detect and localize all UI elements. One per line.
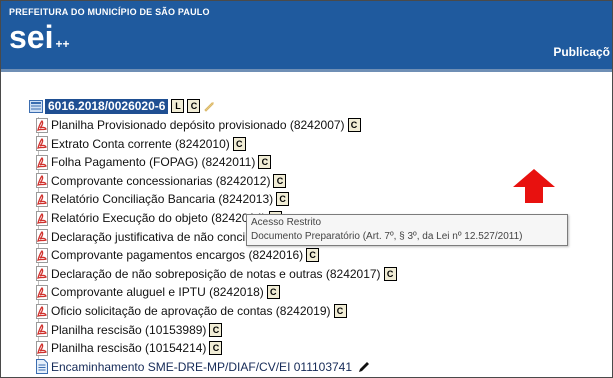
document-row[interactable]: Planilha rescisão (10154214) C <box>35 339 223 357</box>
document-label[interactable]: Relatório Execução do objeto (8242014) <box>51 211 266 225</box>
pdf-icon <box>36 284 48 300</box>
sei-logo[interactable]: sei ++ <box>9 19 70 56</box>
document-row[interactable]: Comprovante concessionarias (8242012) C <box>35 172 287 190</box>
document-icon <box>36 359 48 375</box>
document-label[interactable]: Planilha rescisão (10153989) <box>51 323 206 337</box>
document-label[interactable]: Comprovante concessionarias (8242012) <box>51 174 270 188</box>
process-root-node[interactable]: 6016.2018/0026020-6 L C <box>29 98 215 114</box>
document-row[interactable]: Planilha rescisão (10153989) C <box>35 321 223 339</box>
document-row[interactable]: Planilha Provisionado depósito provision… <box>35 116 361 134</box>
document-row[interactable]: Extrato Conta corrente (8242010) C <box>35 135 246 153</box>
document-c-button[interactable]: C <box>232 136 246 151</box>
pdf-icon <box>36 266 48 282</box>
sei-window: PREFEITURA DO MUNICÍPIO DE SÃO PAULO sei… <box>0 0 613 378</box>
document-c-button[interactable]: C <box>209 322 223 337</box>
document-row[interactable]: Relatório Execução do objeto (8242014)C <box>35 209 282 227</box>
document-label[interactable]: Extrato Conta corrente (8242010) <box>51 137 230 151</box>
document-c-button[interactable]: C <box>276 192 290 207</box>
pdf-icon <box>36 340 48 356</box>
document-label[interactable]: Oficio solicitação de aprovação de conta… <box>51 304 331 318</box>
pdf-icon <box>36 117 48 133</box>
document-label[interactable]: Planilha Provisionado depósito provision… <box>51 118 345 132</box>
process-c-button[interactable]: C <box>187 99 201 113</box>
pencil-icon[interactable] <box>203 100 215 112</box>
pdf-icon <box>36 154 48 170</box>
logo-suffix: ++ <box>55 37 70 51</box>
document-c-button[interactable]: C <box>273 173 287 188</box>
document-row[interactable]: Relatório Conciliação Bancaria (8242013)… <box>35 190 290 208</box>
document-label[interactable]: Encaminhamento SME-DRE-MP/DIAF/CV/EI 011… <box>51 360 352 374</box>
document-row[interactable]: Comprovante aluguel e IPTU (8242018) C <box>35 283 280 301</box>
document-c-button[interactable]: C <box>258 155 272 170</box>
document-label[interactable]: Comprovante pagamentos encargos (8242016… <box>51 248 303 262</box>
pdf-icon <box>36 247 48 263</box>
pdf-icon <box>36 210 48 226</box>
document-c-button[interactable]: C <box>347 118 361 132</box>
document-c-button[interactable]: C <box>383 266 397 281</box>
document-label[interactable]: Folha Pagamento (FOPAG) (8242011) <box>51 155 255 169</box>
menu-publicacoes[interactable]: Publicaçõ <box>553 45 610 59</box>
document-row[interactable]: Encaminhamento SME-DRE-MP/DIAF/CV/EI 011… <box>35 358 370 376</box>
pdf-icon <box>36 229 48 245</box>
document-c-button[interactable]: C <box>266 285 280 300</box>
pdf-icon <box>36 136 48 152</box>
document-row[interactable]: Oficio solicitação de aprovação de conta… <box>35 302 347 320</box>
document-row[interactable]: Folha Pagamento (FOPAG) (8242011) C <box>35 153 272 171</box>
pdf-icon <box>36 322 48 338</box>
document-label[interactable]: Declaração de não sobreposição de notas … <box>51 267 381 281</box>
app-header: PREFEITURA DO MUNICÍPIO DE SÃO PAULO sei… <box>1 1 612 72</box>
red-up-arrow <box>513 169 555 203</box>
tooltip-title: Acesso Restrito <box>251 217 322 228</box>
pdf-icon <box>36 191 48 207</box>
pdf-icon <box>36 303 48 319</box>
pdf-icon <box>36 173 48 189</box>
folder-icon <box>29 99 43 113</box>
pencil-icon[interactable] <box>358 361 370 373</box>
document-row[interactable]: Comprovante pagamentos encargos (8242016… <box>35 246 320 264</box>
process-number[interactable]: 6016.2018/0026020-6 <box>45 98 169 114</box>
document-c-button[interactable]: C <box>306 248 320 263</box>
restricted-access-tooltip: Acesso Restrito Documento Preparatório (… <box>246 214 568 246</box>
org-name: PREFEITURA DO MUNICÍPIO DE SÃO PAULO <box>9 7 210 17</box>
process-l-button[interactable]: L <box>171 99 185 113</box>
document-label[interactable]: Planilha rescisão (10154214) <box>51 341 206 355</box>
document-label[interactable]: Comprovante aluguel e IPTU (8242018) <box>51 285 264 299</box>
tooltip-text: Documento Preparatório (Art. 7º, § 3º, d… <box>251 231 523 242</box>
document-label[interactable]: Relatório Conciliação Bancaria (8242013) <box>51 192 273 206</box>
document-row[interactable]: Declaração de não sobreposição de notas … <box>35 265 397 283</box>
document-c-button[interactable]: C <box>333 304 347 318</box>
logo-text: sei <box>9 19 54 55</box>
document-c-button[interactable]: C <box>209 341 223 356</box>
